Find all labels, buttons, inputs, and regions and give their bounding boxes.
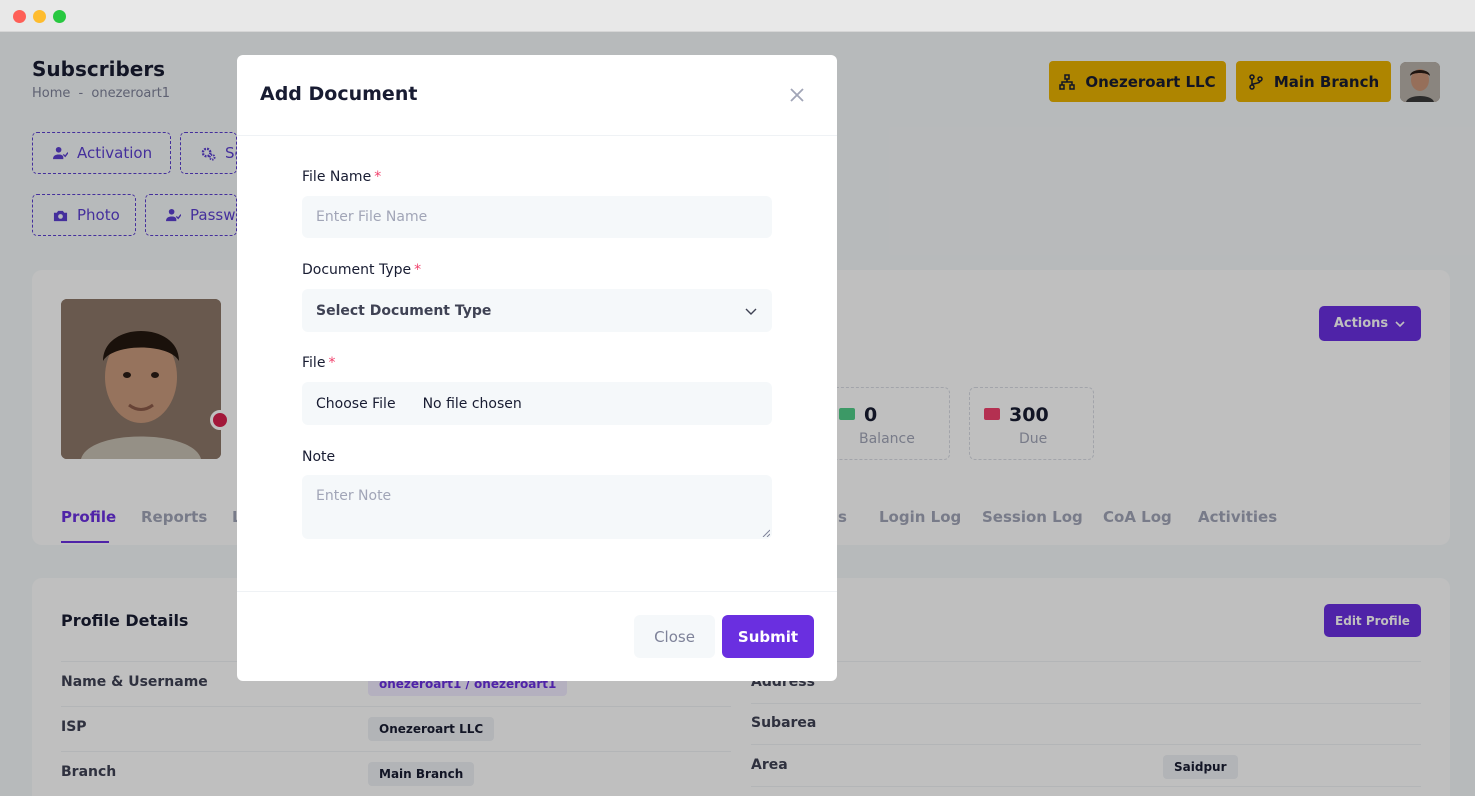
file-status-text: No file chosen <box>422 395 522 412</box>
modal-title: Add Document <box>260 83 418 105</box>
chevron-down-icon <box>745 308 757 315</box>
modal-header-divider <box>237 135 837 136</box>
close-icon[interactable] <box>787 85 807 105</box>
file-name-label-text: File Name <box>302 169 372 185</box>
document-type-label: Document Type * <box>302 262 421 278</box>
window-close-dot[interactable] <box>13 10 26 23</box>
file-name-label: File Name * <box>302 169 381 185</box>
required-marker: * <box>328 355 336 371</box>
required-marker: * <box>414 262 422 278</box>
document-type-label-text: Document Type <box>302 262 412 278</box>
required-marker: * <box>374 169 382 185</box>
modal-footer-divider <box>237 591 837 592</box>
file-label: File * <box>302 355 335 371</box>
window-titlebar <box>0 0 1475 32</box>
note-label: Note <box>302 449 335 465</box>
document-type-select[interactable]: Select Document Type <box>302 289 772 332</box>
file-label-text: File <box>302 355 326 371</box>
note-textarea[interactable]: Enter Note <box>302 475 772 539</box>
app-background: Subscribers Home - onezeroart1 Onezeroar… <box>0 32 1475 796</box>
window-maximize-dot[interactable] <box>53 10 66 23</box>
file-name-placeholder: Enter File Name <box>316 209 428 225</box>
submit-button[interactable]: Submit <box>722 615 814 658</box>
note-label-text: Note <box>302 449 336 465</box>
file-upload-input[interactable]: Choose File No file chosen <box>302 382 772 425</box>
window-minimize-dot[interactable] <box>33 10 46 23</box>
resize-handle-icon[interactable] <box>762 529 770 537</box>
close-button[interactable]: Close <box>634 615 715 658</box>
note-placeholder: Enter Note <box>316 488 392 504</box>
document-type-selected: Select Document Type <box>316 302 492 319</box>
add-document-modal: Add Document File Name * Enter File Name … <box>237 55 837 681</box>
choose-file-button[interactable]: Choose File <box>316 396 396 412</box>
file-name-input[interactable]: Enter File Name <box>302 196 772 238</box>
